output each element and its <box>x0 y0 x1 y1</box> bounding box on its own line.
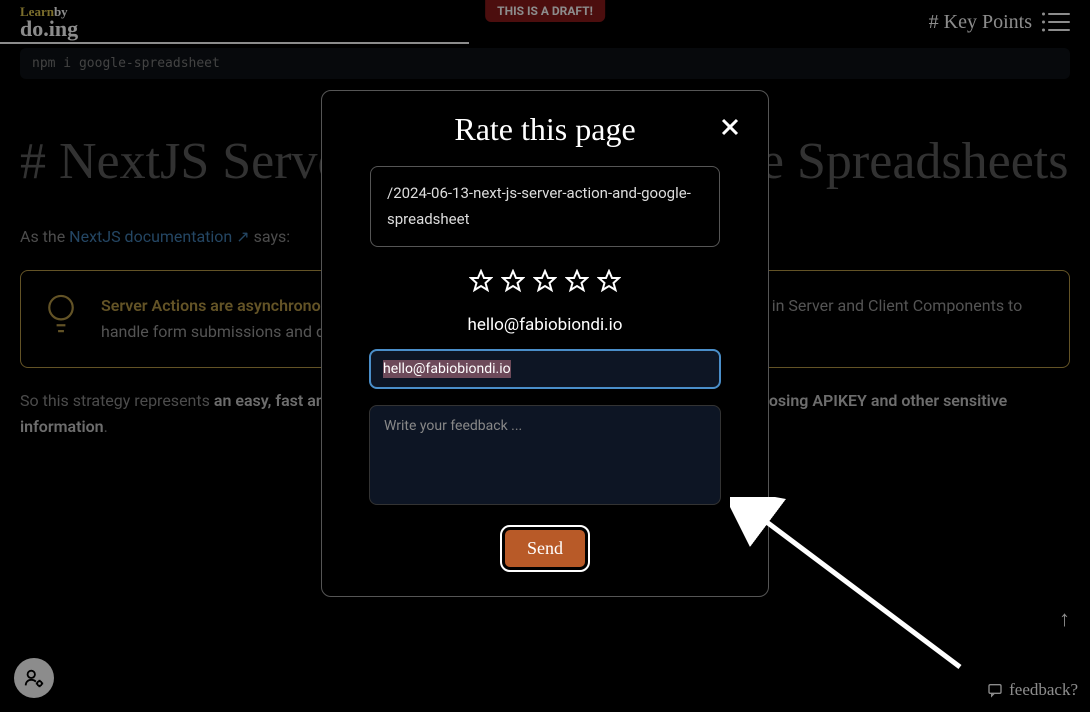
rate-modal: Rate this page /2024-06-13-next-js-serve… <box>321 90 769 597</box>
star-5[interactable] <box>597 269 621 293</box>
star-rating <box>348 269 742 293</box>
star-3[interactable] <box>533 269 557 293</box>
modal-title: Rate this page <box>454 111 635 148</box>
star-1[interactable] <box>469 269 493 293</box>
feedback-textarea[interactable]: Write your feedback ... <box>369 405 721 505</box>
close-icon[interactable] <box>718 115 742 139</box>
url-display: /2024-06-13-next-js-server-action-and-go… <box>370 166 720 247</box>
send-button[interactable]: Send <box>502 527 588 570</box>
feedback-placeholder: Write your feedback ... <box>384 418 522 434</box>
email-value: hello@fabiobiondi.io <box>383 360 511 378</box>
email-field[interactable]: hello@fabiobiondi.io <box>369 349 721 389</box>
star-2[interactable] <box>501 269 525 293</box>
email-label: hello@fabiobiondi.io <box>348 315 742 335</box>
star-4[interactable] <box>565 269 589 293</box>
